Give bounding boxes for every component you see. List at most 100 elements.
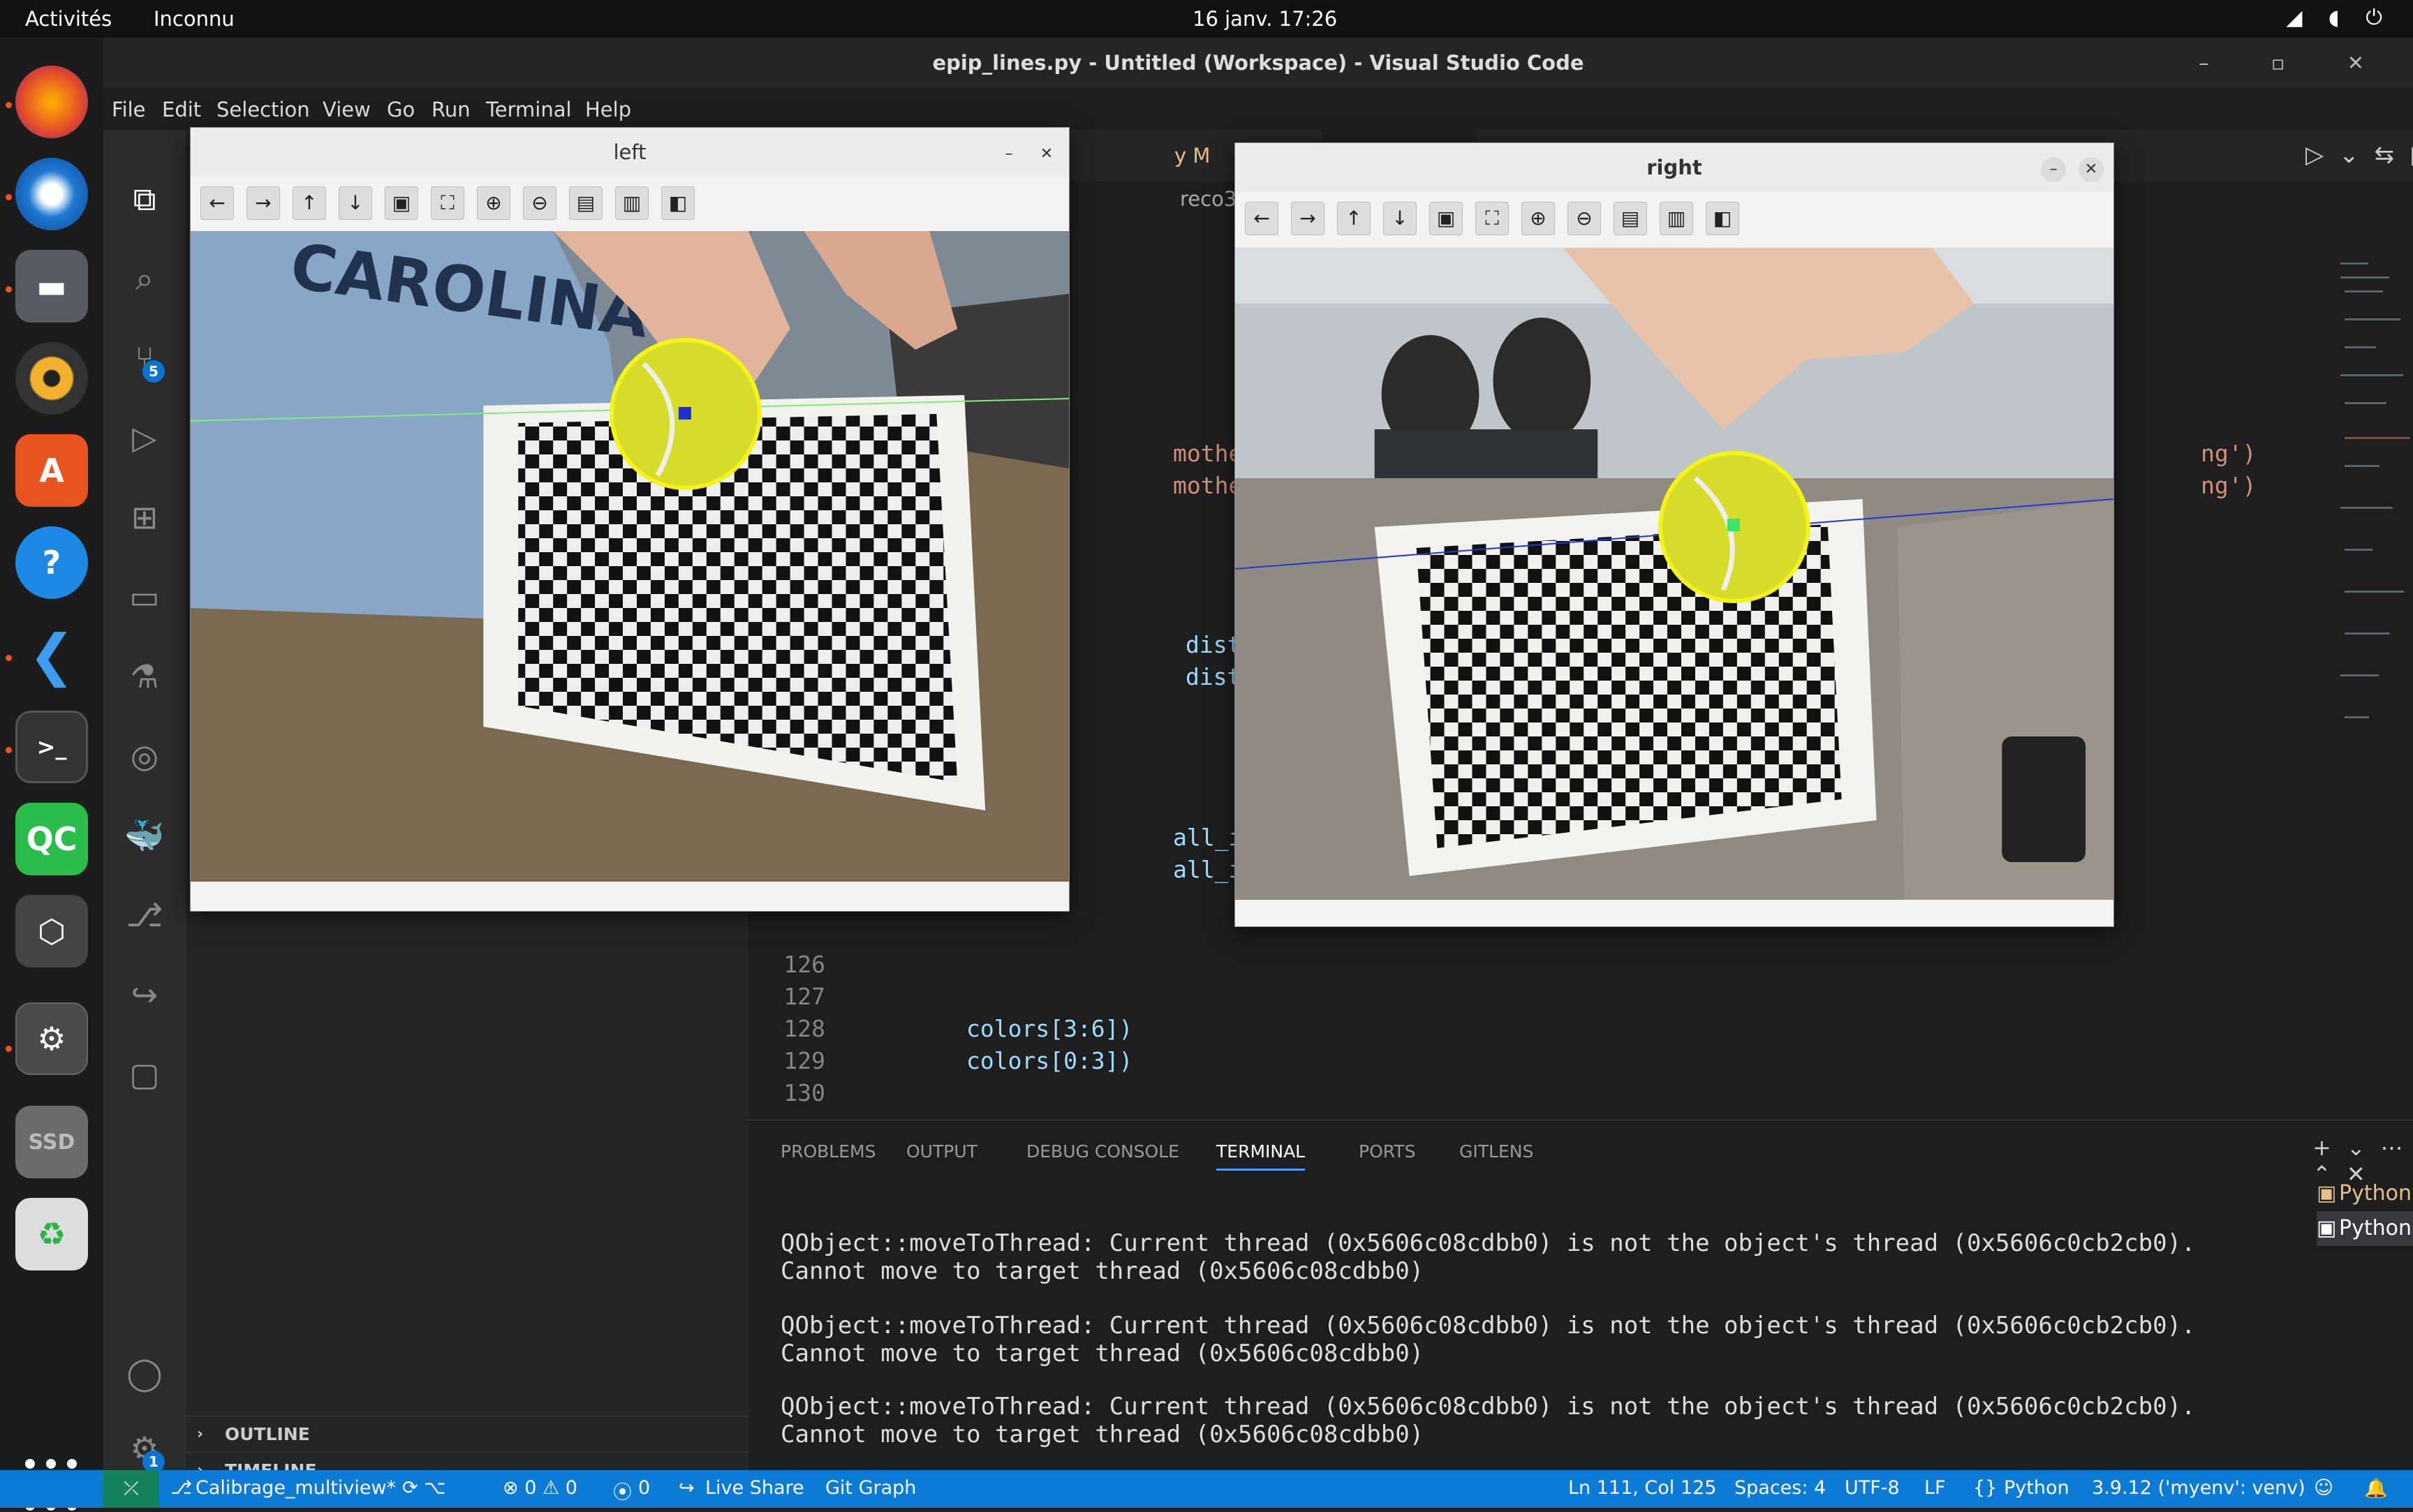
- tab-output[interactable]: OUTPUT: [906, 1141, 977, 1162]
- zoom-original-icon[interactable]: ⛶: [431, 186, 464, 220]
- menu-help[interactable]: Help: [585, 98, 631, 121]
- pan-left-icon[interactable]: ←: [1245, 202, 1278, 235]
- tab-ports[interactable]: PORTS: [1359, 1141, 1415, 1162]
- zoom-fit-icon[interactable]: ▣: [385, 186, 418, 220]
- outline-section[interactable]: › OUTLINE: [186, 1416, 748, 1452]
- code-line[interactable]: colors[3:6]): [966, 1015, 1132, 1042]
- copy-clipboard-icon[interactable]: ▥: [1660, 202, 1693, 235]
- menu-selection[interactable]: Selection: [216, 98, 310, 121]
- menu-go[interactable]: Go: [387, 98, 415, 121]
- right-camera-image[interactable]: [1235, 248, 2113, 900]
- run-debug-icon[interactable]: ▷: [124, 417, 165, 458]
- files-icon[interactable]: ▬: [15, 250, 88, 323]
- minimize-button[interactable]: –: [996, 142, 1021, 167]
- pan-left-icon[interactable]: ←: [200, 186, 234, 220]
- extensions-icon[interactable]: ⊞: [124, 497, 165, 538]
- language-mode[interactable]: Python: [2004, 1477, 2069, 1499]
- pan-down-icon[interactable]: ↓: [339, 186, 372, 220]
- menu-view[interactable]: View: [323, 98, 371, 121]
- indentation[interactable]: Spaces: 4: [1734, 1477, 1826, 1499]
- tab-gitlens[interactable]: GITLENS: [1459, 1141, 1533, 1162]
- gitlens-icon[interactable]: ◎: [124, 736, 165, 776]
- editor-actions[interactable]: ▷⌄⇆◫⋯: [2305, 141, 2413, 169]
- zoom-in-icon[interactable]: ⊕: [477, 186, 510, 220]
- save-icon[interactable]: ▤: [569, 186, 603, 220]
- git-graph-label[interactable]: Git Graph: [825, 1477, 916, 1499]
- help-icon[interactable]: ?: [15, 526, 88, 599]
- pan-right-icon[interactable]: →: [1291, 202, 1324, 235]
- pan-up-icon[interactable]: ↑: [1337, 202, 1371, 235]
- clock[interactable]: 16 janv. 17:26: [1193, 7, 1337, 31]
- focused-app-label[interactable]: Inconnu: [154, 7, 235, 31]
- zoom-original-icon[interactable]: ⛶: [1475, 202, 1509, 235]
- tab-debug-console[interactable]: DEBUG CONSOLE: [1026, 1141, 1179, 1162]
- accounts-icon[interactable]: ☺: [2314, 1477, 2333, 1499]
- minimap[interactable]: [2340, 255, 2410, 758]
- close-button[interactable]: ✕: [1034, 142, 1059, 167]
- properties-icon[interactable]: ◧: [661, 186, 695, 220]
- pan-down-icon[interactable]: ↓: [1383, 202, 1417, 235]
- comments-icon[interactable]: ▢: [124, 1054, 165, 1095]
- braces-icon[interactable]: {}: [1973, 1477, 1997, 1499]
- encoding[interactable]: UTF-8: [1845, 1477, 1900, 1499]
- code-line[interactable]: colors[0:3]): [966, 1047, 1132, 1074]
- vscode-icon[interactable]: ❮: [15, 618, 88, 691]
- accounts-icon[interactable]: ◯: [124, 1353, 165, 1393]
- rhythmbox-icon[interactable]: [15, 342, 88, 415]
- testing-icon[interactable]: ⚗: [124, 656, 165, 697]
- zoom-in-icon[interactable]: ⊕: [1521, 202, 1555, 235]
- live-share-label[interactable]: Live Share: [705, 1477, 804, 1499]
- terminal-item-python-warning[interactable]: ▣Python...⚠: [2317, 1176, 2413, 1211]
- branch-label[interactable]: Calibrage_multiview*: [195, 1477, 396, 1499]
- activities-button[interactable]: Activités: [25, 7, 112, 31]
- terminal-item-python[interactable]: ▣ Python: [2317, 1211, 2413, 1246]
- code-line[interactable]: ng'): [2201, 440, 2256, 467]
- git-graph-icon[interactable]: ⎇: [124, 895, 165, 935]
- qt-creator-icon[interactable]: QC: [15, 803, 88, 875]
- thunderbird-icon[interactable]: [15, 158, 88, 230]
- zoom-out-icon[interactable]: ⊖: [1567, 202, 1601, 235]
- search-icon[interactable]: ⌕: [124, 258, 165, 299]
- menu-run[interactable]: Run: [431, 98, 471, 121]
- close-button[interactable]: ✕: [2079, 157, 2104, 182]
- firefox-icon[interactable]: [15, 66, 88, 138]
- explorer-icon[interactable]: ⧉: [124, 179, 165, 219]
- terminal-icon[interactable]: >_: [15, 711, 88, 783]
- problems-counter[interactable]: ⊗ 0 ⚠ 0: [503, 1477, 577, 1499]
- zoom-out-icon[interactable]: ⊖: [523, 186, 556, 220]
- trash-icon[interactable]: ♻: [15, 1198, 88, 1270]
- tab-problems[interactable]: PROBLEMS: [781, 1141, 876, 1162]
- ports-counter[interactable]: 0: [638, 1477, 650, 1499]
- left-camera-image[interactable]: CAROLINA: [191, 231, 1069, 882]
- menu-terminal[interactable]: Terminal: [486, 98, 572, 121]
- code-line[interactable]: ng'): [2201, 472, 2256, 499]
- sync-icon[interactable]: ⟳ ⌥: [402, 1477, 445, 1499]
- pan-right-icon[interactable]: →: [246, 186, 280, 220]
- unity-icon[interactable]: ⬡: [15, 895, 88, 968]
- properties-icon[interactable]: ◧: [1706, 202, 1739, 235]
- pan-up-icon[interactable]: ↑: [293, 186, 326, 220]
- live-share-icon[interactable]: ↪: [679, 1477, 695, 1499]
- branch-icon[interactable]: ⎇: [170, 1477, 192, 1499]
- cursor-position[interactable]: Ln 111, Col 125: [1568, 1477, 1716, 1499]
- copy-clipboard-icon[interactable]: ▥: [615, 186, 649, 220]
- tab-terminal[interactable]: TERMINAL: [1216, 1141, 1306, 1171]
- settings-icon[interactable]: ⚙: [15, 1002, 88, 1075]
- ssd-icon[interactable]: SSD: [15, 1106, 88, 1178]
- ports-icon[interactable]: ⦿: [613, 1477, 632, 1504]
- docker-icon[interactable]: 🐳: [124, 815, 165, 856]
- minimize-button[interactable]: –: [2041, 157, 2066, 182]
- system-status-icons[interactable]: ◢ ◖ ⏻: [2286, 6, 2392, 30]
- zoom-fit-icon[interactable]: ▣: [1429, 202, 1463, 235]
- notifications-bell-icon[interactable]: 🔔: [2364, 1477, 2388, 1499]
- end-of-line[interactable]: LF: [1924, 1477, 1946, 1499]
- save-icon[interactable]: ▤: [1614, 202, 1647, 235]
- remote-explorer-icon[interactable]: ▭: [124, 577, 165, 617]
- menu-file[interactable]: File: [112, 98, 146, 121]
- remote-indicator-icon[interactable]: ⤫: [103, 1470, 159, 1508]
- menu-edit[interactable]: Edit: [162, 98, 201, 121]
- window-controls[interactable]: – ▫ ✕: [2199, 38, 2392, 88]
- python-interpreter[interactable]: 3.9.12 ('myenv': venv): [2092, 1477, 2305, 1499]
- app-center-icon[interactable]: A: [15, 434, 88, 507]
- live-share-icon[interactable]: ↪: [124, 974, 165, 1015]
